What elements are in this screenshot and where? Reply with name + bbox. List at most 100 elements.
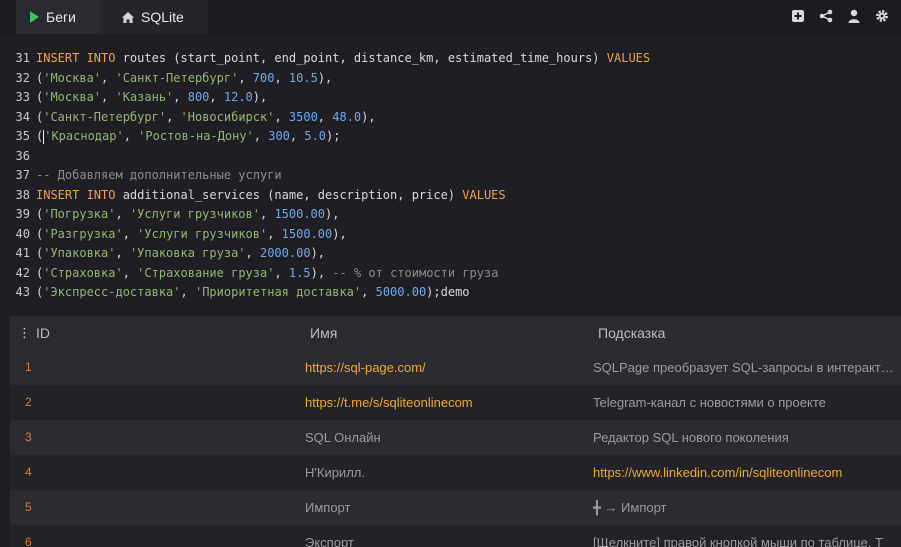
cell-name-link[interactable]: https://sql-page.com/ <box>305 350 575 385</box>
code-token: 'Новосибирск' <box>180 109 275 124</box>
line-number: 31 <box>15 51 30 65</box>
code-token: , <box>166 109 181 124</box>
cell-name: Экспорт <box>305 535 354 547</box>
cell-name: SQL Онлайн <box>305 430 381 445</box>
code-token: 700 <box>252 70 275 85</box>
table-row[interactable]: 4 Н'Кирилл. https://www.linkedin.com/in/sq… <box>10 455 901 490</box>
line-number: 37 <box>15 168 30 182</box>
user-icon[interactable] <box>847 9 861 23</box>
column-menu-icon[interactable]: ⋮ <box>18 316 31 350</box>
line-number: 36 <box>15 148 30 163</box>
cell-hint: Telegram-канал с новостями о проекте <box>593 395 826 410</box>
code-token: -- Добавляем дополнительные услуги <box>36 168 282 182</box>
code-token: 'Казань' <box>115 90 174 104</box>
code-token: ), <box>252 90 268 104</box>
cell-name-link[interactable]: https://t.me/s/sqliteonlinecom <box>305 385 575 420</box>
code-token: ), <box>310 246 326 260</box>
code-token: , <box>317 109 333 124</box>
code-line: 33 ('Москва', 'Казань', 800, 12.0), <box>0 88 268 108</box>
cell-id: 2 <box>25 395 32 409</box>
code-token: INSERT INTO <box>36 187 116 202</box>
code-line: 40 ('Разгрузка', 'Услуги грузчиков', 1500… <box>0 225 347 245</box>
code-token: 'Санкт-Петербург' <box>115 70 239 85</box>
code-token: 800 <box>187 90 210 104</box>
code-token: ); <box>326 129 341 143</box>
code-token: 1500.00 <box>274 207 326 221</box>
toolbar <box>791 9 889 23</box>
code-token: , <box>115 207 130 221</box>
code-token: , <box>209 90 224 104</box>
code-line: 38 INSERT INTO additional_services (name,… <box>0 186 506 206</box>
cell-hint: SQLPage преобразует SQL-запросы в интера… <box>593 360 895 375</box>
code-line: 41 ('Упаковка', 'Упаковка груза', 2000.00… <box>0 244 325 264</box>
code-token: , <box>259 207 275 221</box>
sql-editor[interactable]: 31 INSERT INTO routes (start_point, end_p… <box>0 34 901 306</box>
code-line: 32 ('Москва', 'Санкт-Петербург', 700, 10.… <box>0 69 333 89</box>
cell-hint: ╋ → Импорт <box>593 500 667 515</box>
code-token: , <box>267 226 282 241</box>
code-token: 'Погрузка' <box>43 207 116 221</box>
code-token: ), <box>310 265 333 280</box>
line-number: 43 <box>15 285 30 299</box>
code-token: 'Разгрузка' <box>43 226 123 241</box>
code-token: 'Страхование груза' <box>137 265 275 280</box>
line-number: 32 <box>15 70 30 85</box>
cell-id: 1 <box>25 360 32 374</box>
code-token: 1.5 <box>288 265 311 280</box>
code-token: ), <box>317 70 333 85</box>
code-token: VALUES <box>606 51 651 65</box>
line-number: 38 <box>15 187 30 202</box>
column-header-name[interactable]: Имя <box>310 316 337 350</box>
code-token: ), <box>332 226 347 241</box>
cell-hint-link[interactable]: https://www.linkedin.com/in/sqliteonline… <box>593 455 895 490</box>
code-token: , <box>253 129 269 143</box>
code-token: 10.5 <box>288 70 318 85</box>
column-header-id[interactable]: ID <box>36 316 50 350</box>
table-row[interactable]: 5 Импорт ╋ → Импорт <box>10 490 901 525</box>
code-token: , <box>123 129 139 143</box>
line-number: 34 <box>15 109 30 124</box>
tab-sqlite[interactable]: SQLite <box>100 0 208 34</box>
code-token: 'Краснодар' <box>44 129 124 143</box>
cell-name: Н'Кирилл. <box>305 465 365 480</box>
column-header-hint[interactable]: Подсказка <box>598 316 665 350</box>
code-line: 31 INSERT INTO routes (start_point, end_p… <box>0 49 651 69</box>
gear-icon[interactable] <box>875 9 889 23</box>
home-icon <box>122 11 134 23</box>
code-token: , <box>274 109 289 124</box>
table-row[interactable]: 2 https://t.me/s/sqliteonlinecom Telegram-… <box>10 385 901 420</box>
code-token: , <box>180 285 195 299</box>
add-icon[interactable] <box>791 9 805 23</box>
code-line: 36 <box>0 147 36 167</box>
code-token: 'Санкт-Петербург' <box>43 109 167 124</box>
line-number: 39 <box>15 207 30 221</box>
line-number: 42 <box>15 265 30 280</box>
run-label: Беги <box>46 9 76 25</box>
code-token: 12.0 <box>223 90 253 104</box>
code-line: 39 ('Погрузка', 'Услуги грузчиков', 1500.… <box>0 205 340 225</box>
table-row[interactable]: 1 https://sql-page.com/SQLPage преобразуе… <box>10 350 901 385</box>
code-line: 34 ('Санкт-Петербург', 'Новосибирск', 350… <box>0 108 376 128</box>
code-token: , <box>274 265 289 280</box>
code-token: 300 <box>268 129 290 143</box>
code-line: 35 ('Краснодар', 'Ростов-на-Дону', 300, 5… <box>0 127 341 147</box>
top-bar: Беги SQLite <box>0 0 901 34</box>
table-header: ⋮ ID Имя Подсказка <box>10 316 901 350</box>
play-icon <box>30 11 39 23</box>
code-token: , <box>122 226 138 241</box>
share-icon[interactable] <box>819 9 833 23</box>
code-token: , <box>238 70 253 85</box>
code-token: ), <box>325 207 340 221</box>
code-token: INSERT INTO <box>36 51 116 65</box>
code-token: 'Услуги грузчиков' <box>137 226 268 241</box>
code-token: , <box>101 70 116 85</box>
code-token: 'Москва' <box>43 70 102 85</box>
table-row[interactable]: 3 SQL Онлайн Редактор SQL нового поколения <box>10 420 901 455</box>
run-button[interactable]: Беги <box>16 0 100 34</box>
code-token: , <box>173 90 188 104</box>
cell-id: 6 <box>25 535 32 547</box>
table-row[interactable]: 6 Экспорт [Щелкните] правой кнопкой мыши п… <box>10 525 901 547</box>
code-line: 43 ('Экспресс-доставка', 'Приоритетная до… <box>0 283 470 303</box>
code-token: 'Упаковка' <box>43 246 116 260</box>
code-token: , <box>245 246 260 260</box>
